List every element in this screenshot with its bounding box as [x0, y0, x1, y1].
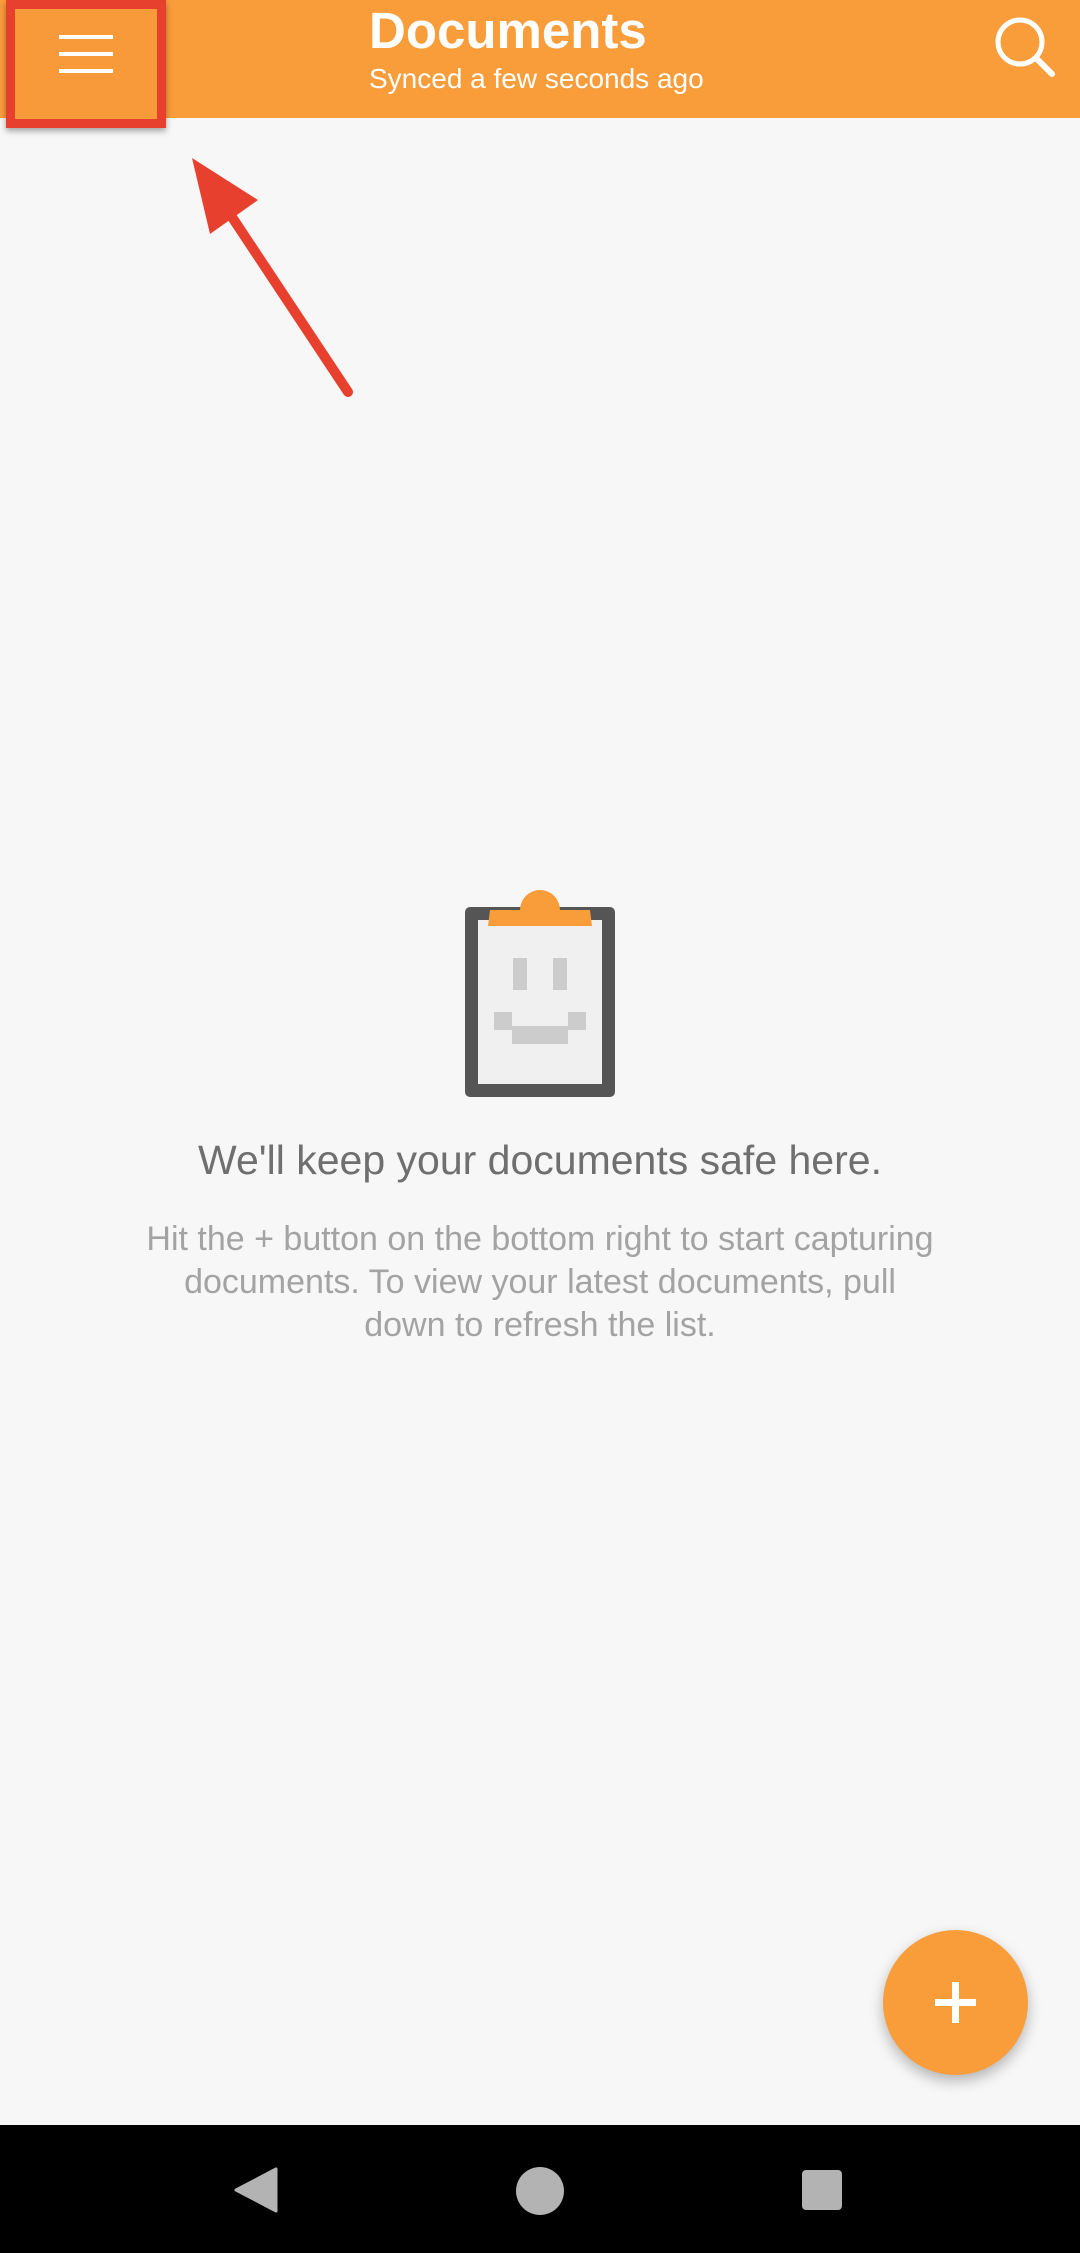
plus-icon [935, 1982, 976, 2023]
empty-state-title: We'll keep your documents safe here. [198, 1137, 882, 1183]
hamburger-menu-icon [59, 35, 113, 73]
clipboard-smiley-icon [465, 890, 615, 1097]
recents-square-icon[interactable] [802, 2170, 842, 2210]
app-bar: Documents Synced a few seconds ago [0, 0, 1080, 128]
back-triangle-icon[interactable] [232, 2167, 278, 2213]
system-nav-bar [0, 2125, 1080, 2253]
page-title: Documents [369, 2, 647, 59]
menu-button[interactable] [6, 0, 166, 128]
title-block: Documents Synced a few seconds ago [369, 2, 704, 96]
screen: Documents Synced a few seconds ago We'll… [0, 0, 1080, 2253]
home-circle-icon[interactable] [516, 2167, 564, 2215]
search-button[interactable] [990, 12, 1060, 82]
search-icon [995, 17, 1055, 77]
add-document-button[interactable] [883, 1930, 1028, 2075]
annotation-arrow-icon [192, 158, 353, 397]
sync-status: Synced a few seconds ago [369, 63, 704, 94]
empty-state-body: Hit the + button on the bottom right to … [146, 1220, 934, 1344]
